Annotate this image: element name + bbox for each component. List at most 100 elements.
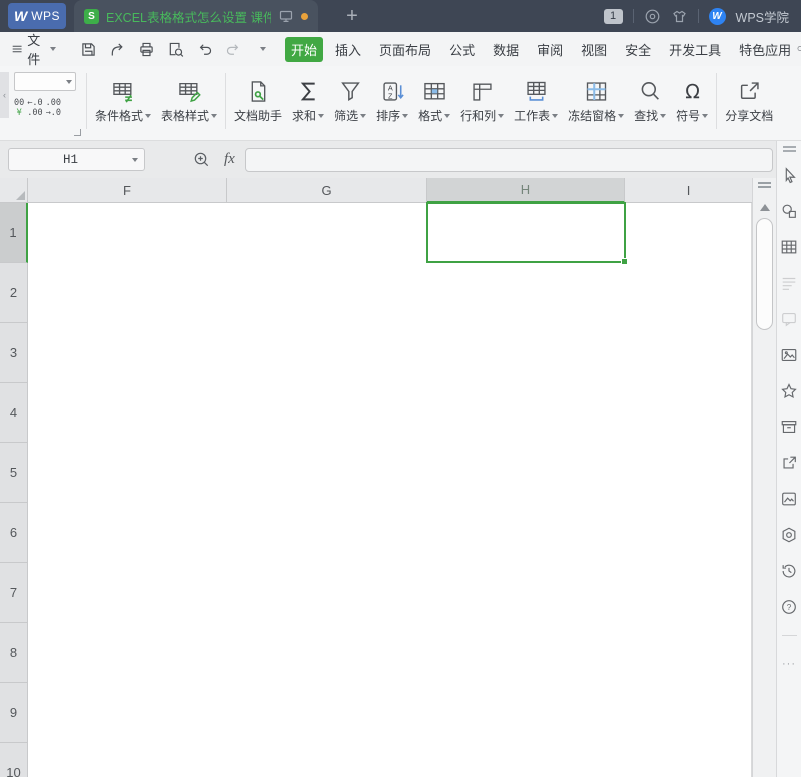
name-box-dropdown-icon[interactable] <box>132 157 138 162</box>
select-all-corner[interactable] <box>0 178 28 203</box>
template-icon[interactable] <box>644 8 661 25</box>
history-icon[interactable] <box>779 561 799 581</box>
tab-view[interactable]: 视图 <box>575 37 613 62</box>
formula-input[interactable] <box>244 147 773 172</box>
tab-review[interactable]: 审阅 <box>531 37 569 62</box>
row-header-6[interactable]: 6 <box>0 503 28 563</box>
select-cursor-icon[interactable] <box>779 165 799 185</box>
number-format-dropdown[interactable] <box>14 72 76 91</box>
tab-data[interactable]: 数据 <box>487 37 525 62</box>
format-button[interactable]: 格式 <box>413 66 455 140</box>
worksheet-button[interactable]: 工作表 <box>509 66 563 140</box>
redo-button[interactable] <box>221 37 246 62</box>
sort-button[interactable]: A Z 排序 <box>371 66 413 140</box>
undo-button[interactable] <box>192 37 217 62</box>
row-header-10[interactable]: 10 <box>0 743 28 777</box>
ribbon-scroll-left-button[interactable]: ‹ <box>0 72 9 118</box>
find-button[interactable]: 查找 <box>629 66 671 140</box>
ribbon-toolbar: ‹ 00 ¥ ←.0.00 .00 →.0 条件格式 表格样式 文档助手 求和 … <box>0 66 801 141</box>
rows-columns-button[interactable]: 行和列 <box>455 66 509 140</box>
tab-page-layout[interactable]: 页面布局 <box>373 37 437 62</box>
dropdown-arrow-icon <box>211 113 218 118</box>
currency-style-button[interactable]: 00 ¥ <box>14 98 24 118</box>
row-header-2[interactable]: 2 <box>0 263 28 323</box>
zoom-search-icon[interactable] <box>193 151 210 168</box>
wps-academy-link[interactable]: WPS学院 <box>736 7 789 26</box>
file-menu-button[interactable]: 文件 <box>0 30 64 68</box>
sum-button[interactable]: 求和 <box>287 66 329 140</box>
dialog-launcher-icon[interactable] <box>74 129 81 136</box>
save-button[interactable] <box>76 37 101 62</box>
name-box[interactable]: H1 <box>8 148 145 171</box>
shapes-icon[interactable] <box>779 201 799 221</box>
share-document-button[interactable]: 分享文档 <box>720 66 778 140</box>
dropdown-arrow-icon <box>498 113 505 118</box>
spreadsheet-doc-icon: S <box>84 8 99 24</box>
row-header-5[interactable]: 5 <box>0 443 28 503</box>
row-header-4[interactable]: 4 <box>0 383 28 443</box>
row-header-8[interactable]: 8 <box>0 623 28 683</box>
freeze-panes-icon <box>583 75 610 107</box>
row-header-3[interactable]: 3 <box>0 323 28 383</box>
freeze-panes-button[interactable]: 冻结窗格 <box>563 66 629 140</box>
monitor-icon[interactable] <box>278 8 294 24</box>
skin-icon[interactable] <box>671 8 688 25</box>
select-all-triangle-icon <box>16 191 25 200</box>
tab-developer-tools[interactable]: 开发工具 <box>663 37 727 62</box>
row-header-7[interactable]: 7 <box>0 563 28 623</box>
share-icon[interactable] <box>779 453 799 473</box>
material-box-icon[interactable] <box>779 417 799 437</box>
task-pane-sidebar: ? ··· <box>776 141 801 777</box>
column-header-i[interactable]: I <box>625 178 752 203</box>
dropdown-arrow-icon <box>360 113 367 118</box>
help-icon[interactable]: ? <box>779 597 799 617</box>
export-button[interactable] <box>105 37 130 62</box>
document-tab[interactable]: S EXCEL表格格式怎么设置 课件 <box>74 0 318 32</box>
screenshot-icon[interactable] <box>779 489 799 509</box>
ribbon-tabs: 开始 插入 页面布局 公式 数据 审阅 视图 安全 开发工具 特色应用 <box>285 36 797 62</box>
tab-formulas[interactable]: 公式 <box>443 37 481 62</box>
table-icon[interactable] <box>779 237 799 257</box>
row-header-1[interactable]: 1 <box>0 203 28 263</box>
cell-grid[interactable] <box>28 203 752 777</box>
fill-handle[interactable] <box>621 258 628 265</box>
dropdown-arrow-icon <box>318 113 325 118</box>
symbol-omega-icon: Ω <box>679 75 706 107</box>
scrollbar-thumb[interactable] <box>756 218 773 330</box>
plugin-icon[interactable] <box>779 525 799 545</box>
wps-menu-button[interactable]: W WPS <box>8 3 66 29</box>
tab-security[interactable]: 安全 <box>619 37 657 62</box>
wps-spreadsheet-window: W WPS S EXCEL表格格式怎么设置 课件 + 1 W WPS学院 文件 … <box>0 0 801 777</box>
column-header-f[interactable]: F <box>28 178 227 203</box>
notification-badge[interactable]: 1 <box>603 8 623 24</box>
fx-label[interactable]: fx <box>224 151 235 168</box>
tab-home[interactable]: 开始 <box>285 36 324 62</box>
symbol-button[interactable]: Ω 符号 <box>671 66 713 140</box>
tab-special-features[interactable]: 特色应用 <box>733 37 797 62</box>
more-icon[interactable]: ··· <box>779 654 799 674</box>
filter-button[interactable]: 筛选 <box>329 66 371 140</box>
row-header-9[interactable]: 9 <box>0 683 28 743</box>
conditional-format-button[interactable]: 条件格式 <box>90 66 156 140</box>
decrease-decimal-button[interactable]: ←.0.00 <box>27 98 42 118</box>
new-tab-button[interactable]: + <box>340 4 364 28</box>
vertical-scrollbar[interactable] <box>752 178 776 777</box>
print-preview-button[interactable] <box>163 37 188 62</box>
table-style-button[interactable]: 表格样式 <box>156 66 222 140</box>
sidebar-collapse-handle[interactable] <box>782 146 796 154</box>
dropdown-arrow-icon <box>444 113 451 118</box>
tab-insert[interactable]: 插入 <box>329 37 367 62</box>
favorites-star-icon[interactable] <box>779 381 799 401</box>
selected-cell-h1[interactable] <box>426 202 628 265</box>
column-header-h[interactable]: H <box>427 178 625 203</box>
print-button[interactable] <box>134 37 159 62</box>
column-header-g[interactable]: G <box>227 178 427 203</box>
sum-sigma-icon <box>295 75 322 107</box>
increase-decimal-button[interactable]: .00 →.0 <box>46 98 61 118</box>
scroll-up-button[interactable] <box>760 204 770 211</box>
image-icon[interactable] <box>779 345 799 365</box>
customize-toolbar-dropdown[interactable] <box>250 37 275 62</box>
wps-academy-icon[interactable]: W <box>708 7 726 25</box>
document-assistant-button[interactable]: 文档助手 <box>229 66 287 140</box>
split-pane-handle[interactable] <box>758 182 771 190</box>
